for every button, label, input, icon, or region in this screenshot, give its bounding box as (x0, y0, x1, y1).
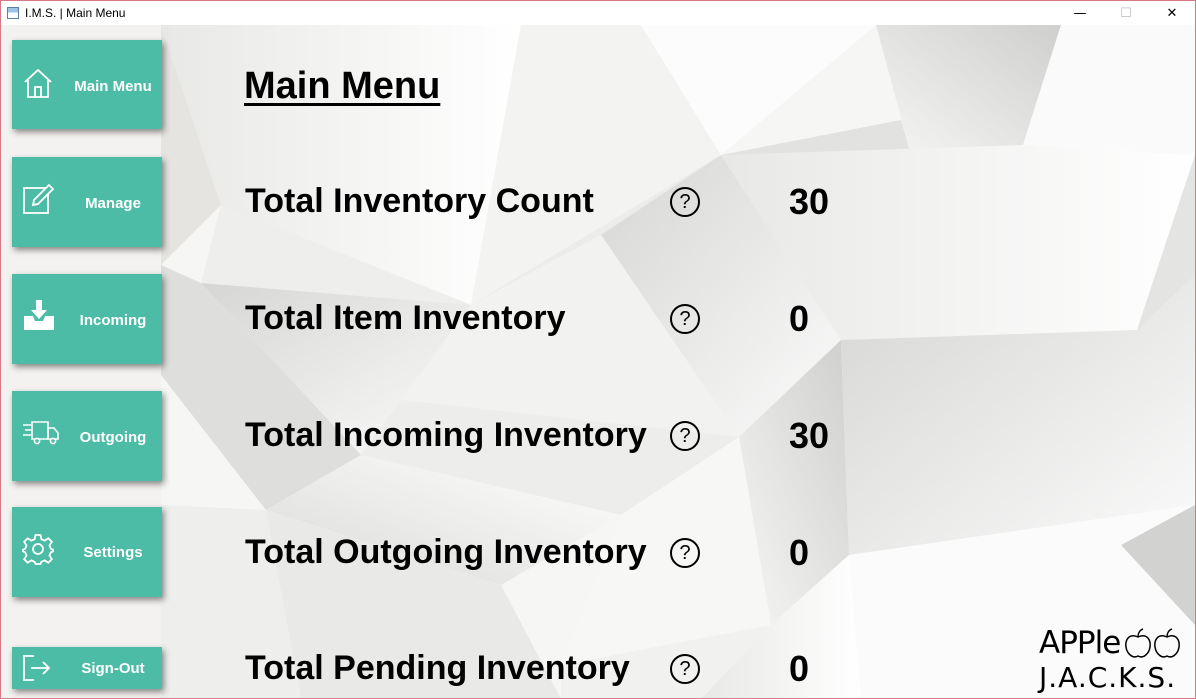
sign-out-button[interactable]: Sign-Out (12, 647, 162, 689)
stat-value: 30 (789, 181, 830, 222)
nav-incoming-label: Incoming (79, 312, 147, 329)
help-icon[interactable]: ? (670, 421, 700, 451)
stat-value: 0 (789, 532, 810, 573)
stat-label: Total Outgoing Inventory (245, 533, 647, 571)
nav-manage-label: Manage (85, 195, 141, 212)
stat-value: 30 (789, 415, 830, 456)
stat-label: Total Pending Inventory (245, 649, 630, 687)
help-icon[interactable]: ? (670, 304, 700, 334)
title-bar[interactable]: I.M.S. | Main Menu — ☐ ✕ (1, 1, 1195, 25)
nav-incoming-button[interactable]: Incoming (12, 274, 162, 364)
edit-icon (23, 183, 54, 214)
app-icon (7, 7, 19, 19)
sign-out-label: Sign-Out (81, 660, 145, 677)
minimize-button[interactable]: — (1057, 1, 1103, 25)
stat-label: Total Incoming Inventory (245, 416, 647, 454)
close-button[interactable]: ✕ (1149, 1, 1195, 25)
help-icon[interactable]: ? (670, 187, 700, 217)
stat-label: Total Inventory Count (245, 182, 594, 220)
nav-settings-label: Settings (83, 544, 143, 561)
sign-out-icon (23, 655, 51, 681)
app-window: I.M.S. | Main Menu — ☐ ✕ Main Menu Manag… (0, 0, 1196, 699)
window-title: I.M.S. | Main Menu (25, 6, 126, 20)
gear-icon (22, 534, 54, 565)
brand-line-2: J.A.C.K.S. (1039, 661, 1177, 694)
stat-value: 0 (789, 298, 810, 339)
page-title: Main Menu (244, 65, 441, 107)
maximize-button[interactable]: ☐ (1103, 1, 1149, 25)
nav-main-menu-label: Main Menu (74, 78, 152, 95)
nav-outgoing-button[interactable]: Outgoing (12, 391, 162, 481)
window-controls: — ☐ ✕ (1057, 1, 1195, 25)
stat-label: Total Item Inventory (245, 299, 566, 337)
help-icon[interactable]: ? (670, 654, 700, 684)
nav-settings-button[interactable]: Settings (12, 507, 162, 597)
main-content: Main Menu Manage Incoming Outgoing Setti… (1, 25, 1195, 698)
nav-outgoing-label: Outgoing (79, 429, 147, 446)
nav-main-menu-button[interactable]: Main Menu (12, 40, 162, 129)
apple-logo-icon (1125, 628, 1180, 658)
home-icon (24, 68, 52, 98)
inbox-download-icon (24, 300, 54, 330)
nav-manage-button[interactable]: Manage (12, 157, 162, 247)
delivery-truck-icon (23, 421, 59, 445)
help-icon[interactable]: ? (670, 538, 700, 568)
stat-value: 0 (789, 648, 810, 689)
low-poly-background (1, 25, 1195, 698)
